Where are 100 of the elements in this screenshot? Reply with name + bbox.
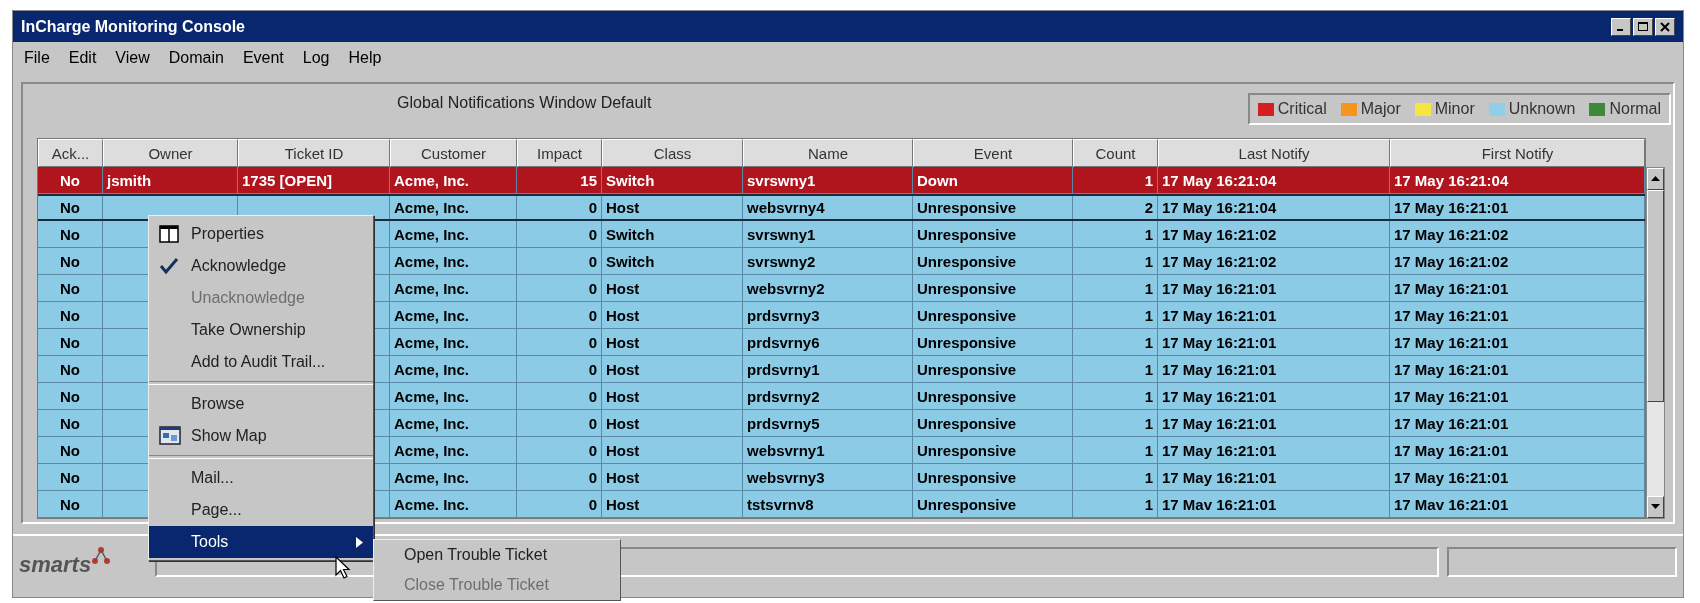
- table-cell: svrswny1: [747, 171, 816, 189]
- minimize-button[interactable]: [1611, 17, 1631, 36]
- menu-item[interactable]: Help: [347, 47, 383, 69]
- scroll-down-icon[interactable]: [1651, 504, 1660, 510]
- menu-item[interactable]: Open Trouble Ticket: [374, 540, 620, 570]
- table-cell: 1: [1144, 441, 1153, 459]
- table-row[interactable]: No Acme, Inc. 0 Host websvrny4 Unresponsive 2 17 May 16:21:04 17 May 16:21:01: [38, 194, 1645, 221]
- menu-item[interactable]: Domain: [167, 47, 225, 69]
- table-cell: Unresponsive: [917, 468, 1017, 486]
- table-cell: No: [60, 171, 80, 189]
- table-cell: No: [60, 468, 80, 486]
- table-cell: Acme, Inc.: [394, 279, 470, 297]
- table-cell: 0: [588, 360, 597, 378]
- table-cell: 0: [588, 468, 597, 486]
- table-cell: Host: [606, 199, 640, 216]
- menu-item[interactable]: Mail...: [149, 462, 373, 494]
- columns-icon: [159, 225, 179, 243]
- scroll-up-icon[interactable]: [1651, 176, 1660, 182]
- table-cell: No: [60, 199, 80, 216]
- table-cell: Acme, Inc.: [394, 306, 470, 324]
- table-cell: Acme, Inc.: [394, 252, 470, 270]
- table-cell: No: [60, 306, 80, 324]
- table-cell: 0: [588, 414, 597, 432]
- table-cell: Acme, Inc.: [394, 199, 470, 216]
- table-cell: 1: [1144, 306, 1153, 324]
- table-cell: Acme, Inc.: [394, 171, 470, 189]
- table-cell: Host: [606, 306, 640, 324]
- logo-icon: [91, 546, 112, 566]
- menu-item[interactable]: Edit: [67, 47, 98, 69]
- table-cell: prdsvrny3: [747, 306, 820, 324]
- table-cell: Host: [606, 495, 640, 513]
- table-cell: 1: [1144, 360, 1153, 378]
- table-cell: Unresponsive: [917, 387, 1017, 405]
- column-header[interactable]: Event: [913, 139, 1073, 167]
- minimize-icon: [1616, 29, 1623, 31]
- table-cell: 0: [588, 495, 597, 513]
- table-cell: prdsvrny1: [747, 360, 820, 378]
- column-header[interactable]: Customer: [390, 139, 517, 167]
- table-cell: Acme. Inc.: [394, 495, 470, 513]
- close-button[interactable]: [1655, 17, 1675, 36]
- table-cell: Host: [606, 279, 640, 297]
- table-cell: 17 May 16:21:01: [1162, 333, 1277, 351]
- table-cell: 17 Mav 16:21:01: [1394, 495, 1509, 513]
- submenu-arrow-icon: [356, 536, 363, 548]
- table-cell: Host: [606, 441, 640, 459]
- table-cell: 17 May 16:21:01: [1394, 414, 1509, 432]
- table-cell: 17 May 16:21:04: [1162, 199, 1277, 216]
- table-cell: Acme, Inc.: [394, 360, 470, 378]
- table-cell: svrswny2: [747, 252, 816, 270]
- close-icon: [1660, 21, 1670, 32]
- table-cell: 17 May 16:21:01: [1394, 199, 1509, 216]
- column-header[interactable]: Ticket ID: [238, 139, 390, 167]
- menu-item[interactable]: Tools: [149, 526, 373, 558]
- table-cell: tstsvrnv8: [747, 495, 814, 513]
- column-header[interactable]: Ack...: [38, 139, 103, 167]
- column-header[interactable]: Impact: [517, 139, 602, 167]
- window-title: InCharge Monitoring Console: [21, 17, 245, 36]
- checkmark-icon: [159, 257, 179, 275]
- maximize-button[interactable]: [1633, 17, 1653, 36]
- table-cell: No: [60, 225, 80, 243]
- menu-item[interactable]: Properties: [149, 218, 373, 250]
- column-header[interactable]: Name: [743, 139, 913, 167]
- table-cell: jsmith: [107, 171, 152, 189]
- table-cell: Switch: [606, 252, 655, 270]
- column-header[interactable]: First Notify: [1390, 139, 1645, 167]
- table-cell: 17 May 16:21:04: [1394, 171, 1509, 189]
- table-cell: 0: [588, 333, 597, 351]
- menu-item[interactable]: View: [114, 47, 151, 69]
- table-cell: prdsvrny5: [747, 414, 820, 432]
- table-cell: 1: [1144, 387, 1153, 405]
- menu-item[interactable]: Event: [241, 47, 285, 69]
- scrollbar[interactable]: [1646, 167, 1665, 519]
- table-row[interactable]: No jsmith 1735 [OPEN] Acme, Inc. 15 Switch svrswny1 Down 1 17 May 16:21:04 17 May 16:21:04: [38, 167, 1645, 194]
- column-header[interactable]: Class: [602, 139, 743, 167]
- column-header[interactable]: Last Notify: [1158, 139, 1390, 167]
- column-header[interactable]: Owner: [103, 139, 238, 167]
- column-header[interactable]: Count: [1073, 139, 1158, 167]
- table-cell: Host: [606, 414, 640, 432]
- table-cell: No: [60, 252, 80, 270]
- table-cell: No: [60, 387, 80, 405]
- legend-label: Normal: [1609, 100, 1661, 118]
- table-cell: svrswny1: [747, 225, 816, 243]
- table-cell: Unresponsive: [917, 225, 1017, 243]
- table-cell: Unresponsive: [917, 199, 1017, 216]
- map-window-icon: [159, 426, 183, 446]
- table-cell: No: [60, 414, 80, 432]
- table-cell: 17 May 16:21:01: [1394, 279, 1509, 297]
- table-cell: 1: [1144, 171, 1153, 189]
- table-cell: 17 May 16:21:02: [1162, 225, 1277, 243]
- table-cell: 0: [588, 441, 597, 459]
- logo-text: smarts: [19, 552, 92, 578]
- menu-item[interactable]: Log: [301, 47, 331, 69]
- table-cell: No: [60, 495, 80, 513]
- table-cell: Switch: [606, 171, 655, 189]
- table-cell: 17 May 16:21:01: [1394, 441, 1509, 459]
- table-cell: 17 May 16:21:02: [1394, 252, 1509, 270]
- menu-item[interactable]: File: [23, 47, 51, 69]
- panel-title: Global Notifications Window Default: [397, 94, 652, 112]
- table-cell: Unresponsive: [917, 414, 1017, 432]
- legend-label: Minor: [1434, 100, 1475, 118]
